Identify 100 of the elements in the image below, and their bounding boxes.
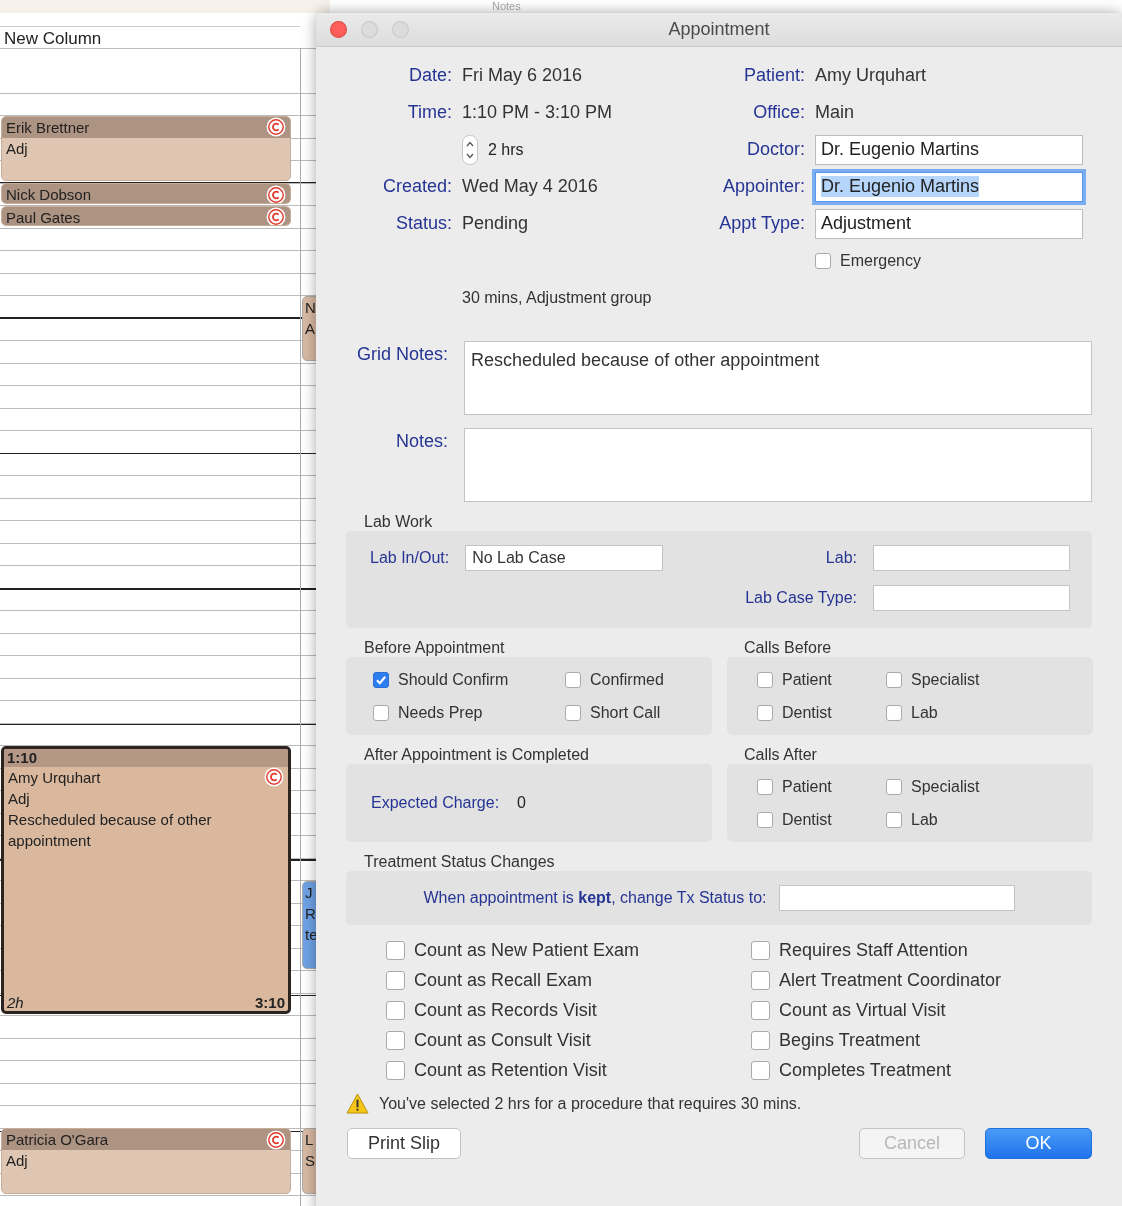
- field-label: Patient:: [742, 65, 805, 86]
- checkbox[interactable]: [757, 811, 773, 828]
- checkbox-label: Confirmed: [590, 670, 664, 689]
- patient-name: Paul Gates: [6, 208, 81, 225]
- appointment-block[interactable]: Patricia O'Gara Adj: [1, 1128, 291, 1194]
- checkbox[interactable]: [565, 671, 581, 688]
- zoom-icon[interactable]: [392, 21, 409, 38]
- checkbox-label: Patient: [782, 777, 832, 796]
- field-value: Amy Urquhart: [815, 65, 928, 86]
- field-label: When appointment is kept, change Tx Status to:: [423, 889, 767, 907]
- appointment-block[interactable]: 1:10 Amy Urquhart Adj Rescheduled because of other appointment 2h 3:10: [1, 745, 291, 1014]
- section-heading: Calls After: [744, 745, 818, 764]
- field-label: Status:: [394, 213, 452, 234]
- text-field[interactable]: No Lab Case: [465, 545, 664, 571]
- checkbox[interactable]: [757, 778, 773, 795]
- field-label: Expected Charge:: [371, 794, 500, 812]
- appointment-time: 1:10: [4, 748, 288, 767]
- checkbox[interactable]: [565, 704, 581, 721]
- checkbox[interactable]: [386, 970, 405, 990]
- section-heading: Calls Before: [744, 638, 833, 657]
- checkbox[interactable]: [751, 940, 770, 960]
- checkbox[interactable]: [815, 252, 831, 269]
- notes-label: Grid Notes:: [355, 343, 448, 366]
- checkbox[interactable]: [886, 778, 902, 795]
- field-label: Lab In/Out:: [370, 549, 450, 567]
- checkbox-label: Specialist: [911, 670, 980, 689]
- section-heading: Lab Work: [364, 512, 434, 531]
- section-heading: Treatment Status Changes: [364, 852, 556, 871]
- field-label: Date:: [407, 65, 452, 86]
- warning-message: You've selected 2 hrs for a procedure that requires 30 mins.: [379, 1094, 802, 1113]
- checkbox-label: Lab: [911, 810, 938, 829]
- warning-icon: [346, 1093, 369, 1114]
- checkbox[interactable]: [757, 671, 773, 688]
- checkbox[interactable]: [386, 1030, 405, 1050]
- checkbox[interactable]: [886, 704, 902, 721]
- patient-name: Erik Brettner: [6, 118, 90, 136]
- field-value: 0: [517, 794, 526, 812]
- field-label: Appt Type:: [718, 213, 805, 234]
- checkbox[interactable]: [886, 671, 902, 688]
- column-header: Notes: [492, 0, 521, 12]
- duration-text: 2h: [7, 994, 24, 1011]
- checkbox-label: Count as Records Visit: [414, 999, 597, 1021]
- checkbox-label: Short Call: [590, 703, 661, 722]
- text-field[interactable]: [778, 885, 1015, 911]
- field-label: Time:: [406, 102, 452, 123]
- section-heading: Before Appointment: [364, 638, 506, 657]
- checkbox-label: Dentist: [782, 703, 832, 722]
- appointment-block[interactable]: Paul Gates: [1, 205, 291, 226]
- checkbox-label: Begins Treatment: [779, 1029, 921, 1051]
- checkbox-label: Count as Virtual Visit: [779, 999, 946, 1021]
- checkbox[interactable]: [386, 1000, 405, 1020]
- checkbox[interactable]: [751, 1030, 770, 1050]
- appointment-text: Rescheduled because of other appointment: [7, 809, 213, 851]
- field-label: Lab Case Type:: [744, 589, 857, 607]
- notes-area[interactable]: [464, 428, 1092, 502]
- checkbox-label: Alert Treatment Coordinator: [779, 969, 1002, 991]
- procedure-note: 30 mins, Adjustment group: [462, 288, 653, 308]
- checkbox-label: Count as Recall Exam: [414, 969, 593, 991]
- duration-value: 2 hrs: [488, 140, 524, 159]
- patient-name: Patricia O'Gara: [6, 1131, 109, 1148]
- notes-label: Notes:: [394, 430, 448, 453]
- checkbox[interactable]: [751, 1060, 770, 1080]
- appointment-block[interactable]: Erik Brettner Adj: [1, 115, 291, 181]
- text-field[interactable]: Dr. Eugenio Martins: [815, 134, 1083, 165]
- checkbox[interactable]: [751, 1000, 770, 1020]
- patient-name: Nick Dobson: [6, 186, 92, 203]
- checkbox[interactable]: [373, 671, 389, 688]
- minimize-icon[interactable]: [361, 21, 378, 38]
- field-label: Appointer:: [721, 176, 805, 197]
- checkbox-label: Dentist: [782, 810, 832, 829]
- checkbox-label: Completes Treatment: [779, 1059, 952, 1081]
- dialog-button[interactable]: OK: [985, 1128, 1092, 1159]
- checkbox[interactable]: [386, 940, 405, 960]
- checkbox[interactable]: [751, 970, 770, 990]
- column-header: New Column: [0, 26, 300, 48]
- field-label: Office:: [752, 102, 805, 123]
- checkbox[interactable]: [386, 1060, 405, 1080]
- patient-name: Amy Urquhart: [8, 768, 101, 786]
- checkbox-label: Patient: [782, 670, 832, 689]
- checkbox-label: Count as Retention Visit: [414, 1059, 607, 1081]
- checkbox[interactable]: [373, 704, 389, 721]
- close-icon[interactable]: [330, 21, 347, 38]
- appointment-block[interactable]: Nick Dobson: [1, 183, 291, 204]
- text-field[interactable]: [873, 545, 1070, 571]
- checkbox-label: Requires Staff Attention: [779, 939, 968, 961]
- appointment-text: Adj: [5, 1151, 29, 1171]
- checkbox[interactable]: [886, 811, 902, 828]
- field-label: Doctor:: [745, 139, 805, 160]
- text-field[interactable]: Adjustment: [815, 208, 1083, 239]
- checkbox-label: Emergency: [840, 251, 921, 270]
- notes-area[interactable]: Rescheduled because of other appointment: [464, 341, 1092, 415]
- text-field[interactable]: [873, 585, 1070, 611]
- text-field[interactable]: Dr. Eugenio Martins: [815, 171, 1083, 202]
- dialog-button[interactable]: Print Slip: [347, 1128, 462, 1159]
- checkbox-label: Count as New Patient Exam: [414, 939, 640, 961]
- checkbox-label: Needs Prep: [398, 703, 483, 722]
- field-value: Main: [815, 102, 855, 123]
- stepper-icon[interactable]: [462, 134, 478, 165]
- checkbox[interactable]: [757, 704, 773, 721]
- field-value: 1:10 PM - 3:10 PM: [462, 102, 614, 123]
